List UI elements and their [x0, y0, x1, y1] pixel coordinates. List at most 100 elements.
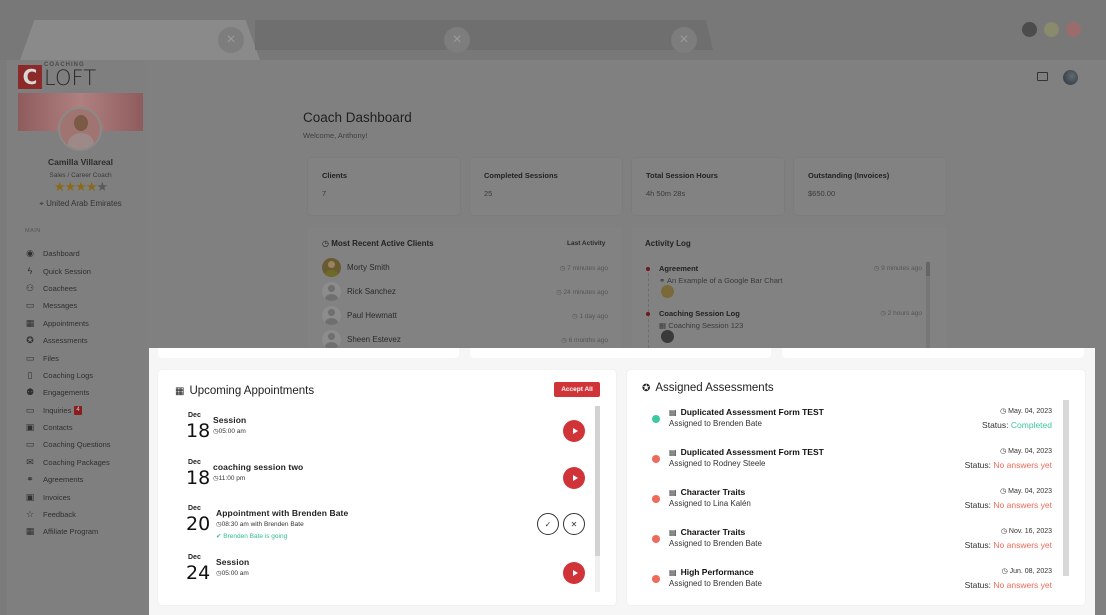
nav-section-label: MAIN: [25, 228, 41, 234]
assessment-item[interactable]: ▤ Duplicated Assessment Form TEST Assigne…: [650, 447, 1052, 487]
half-star-icon: ★: [96, 179, 108, 194]
status-dot: [652, 495, 660, 503]
tablet-icon: ▯: [27, 369, 33, 380]
activity-type: Coaching Session Log: [659, 309, 740, 318]
sidebar-item-appointments[interactable]: ▦ Appointments: [25, 315, 111, 332]
status-value: Completed: [1010, 420, 1052, 430]
appointment-item[interactable]: Dec 18 Session ◷05:00 am: [180, 412, 590, 456]
start-session-button[interactable]: [563, 420, 585, 442]
client-name: Morty Smith: [347, 263, 390, 272]
assessment-item[interactable]: ▤ High Performance Assigned to Brenden Ba…: [650, 567, 1052, 607]
sidebar-item-coaching-logs[interactable]: ▯ Coaching Logs: [25, 367, 111, 384]
tab-close-icon[interactable]: ×: [671, 27, 697, 53]
user-avatar[interactable]: [1063, 70, 1078, 85]
contacts-icon: ▣: [25, 422, 35, 433]
client-name: Sheen Estevez: [347, 335, 401, 344]
stat-card-clients[interactable]: Clients 7: [308, 158, 460, 215]
client-row[interactable]: Rick Sanchez ◷ 24 minutes ago: [322, 282, 608, 301]
tab-close-icon[interactable]: ×: [444, 27, 470, 53]
star-icon: ★★★★: [53, 179, 98, 194]
sidebar-item-dashboard[interactable]: ◉ Dashboard: [25, 245, 111, 262]
client-avatar: [322, 282, 341, 301]
appointment-item[interactable]: Dec 24 Session ◷05:00 am: [180, 554, 590, 598]
assessment-item[interactable]: ▤ Character Traits Assigned to Brenden Ba…: [650, 527, 1052, 567]
tab-close-icon[interactable]: ×: [218, 27, 244, 53]
window-minimize-button[interactable]: [1022, 22, 1037, 37]
stat-card-completed-sessions[interactable]: Completed Sessions 25: [470, 158, 622, 215]
document-icon: ▤: [669, 408, 677, 417]
start-session-button[interactable]: [563, 467, 585, 489]
brand-logo[interactable]: C COACHING LOFT: [18, 62, 96, 89]
accept-all-button[interactable]: Accept All: [554, 382, 600, 397]
sidebar-item-inquiries[interactable]: ▭ Inquiries 4: [25, 402, 111, 419]
client-avatar: [322, 306, 341, 325]
appointment-item[interactable]: Dec 18 coaching session two ◷11:00 pm: [180, 459, 590, 503]
inquiry-icon: ▭: [25, 404, 35, 415]
activity-item[interactable]: Agreement ⚭ An Example of a Google Bar C…: [646, 264, 922, 304]
sidebar-item-invoices[interactable]: ▣ Invoices: [25, 488, 111, 505]
assessment-title: ▤ High Performance: [669, 567, 754, 577]
accept-appointment-button[interactable]: ✓: [537, 513, 559, 535]
sidebar-item-coaching-packages[interactable]: ✉ Coaching Packages: [25, 454, 111, 471]
assessments-scrollbar-thumb[interactable]: [1063, 400, 1069, 576]
messages-icon[interactable]: [1037, 72, 1048, 81]
sidebar-item-agreements[interactable]: ⚭ Agreements: [25, 471, 111, 488]
profile-avatar[interactable]: [58, 107, 102, 151]
sidebar-item-coaching-questions[interactable]: ▭ Coaching Questions: [25, 436, 111, 453]
activity-avatar: [661, 330, 674, 343]
appointment-day: 20: [186, 513, 211, 535]
recent-clients-title-text: Most Recent Active Clients: [331, 239, 434, 248]
assessment-assignee: Assigned to Lina Kalén: [669, 499, 751, 508]
appointment-item[interactable]: Dec 20 Appointment with Brenden Bate ◷08…: [180, 505, 590, 549]
assessment-title: ▤ Duplicated Assessment Form TEST: [669, 447, 824, 457]
sidebar-item-label: Files: [43, 353, 59, 363]
location-text: United Arab Emirates: [46, 199, 122, 208]
assessment-item[interactable]: ▤ Character Traits Assigned to Lina Kalén…: [650, 487, 1052, 527]
sidebar-item-label: Feedback: [43, 510, 76, 520]
status-value: No answers yet: [993, 540, 1052, 550]
card-bottom-edge: [782, 348, 1084, 358]
client-last-activity: ◷ 6 months ago: [561, 336, 608, 344]
calendar-icon: ▦: [659, 321, 667, 330]
location-pin-icon: ⌖: [39, 199, 44, 208]
appointment-month: Dec: [188, 505, 201, 512]
activity-log-title: Activity Log: [645, 239, 691, 248]
assessment-title-text: Character Traits: [680, 487, 746, 497]
appointment-time: ◷05:00 am: [216, 570, 249, 577]
stat-card-outstanding-invoices[interactable]: Outstanding (Invoices) $650.00: [794, 158, 946, 215]
sidebar-item-feedback[interactable]: ☆ Feedback: [25, 506, 111, 523]
sidebar-item-label: Appointments: [43, 318, 89, 328]
timeline-dot: [646, 312, 650, 316]
start-session-button[interactable]: [563, 562, 585, 584]
sidebar-item-label: Coaching Questions: [43, 440, 111, 450]
activity-item[interactable]: Coaching Session Log ▦ Coaching Session …: [646, 309, 922, 349]
window-close-button[interactable]: [1066, 22, 1081, 37]
assessment-date: ◷ May. 04, 2023: [1000, 448, 1052, 455]
package-icon: ✉: [26, 456, 34, 467]
client-row[interactable]: Morty Smith ◷ 7 minutes ago: [322, 258, 608, 277]
assessment-title-text: Character Traits: [680, 527, 746, 537]
sidebar-item-label: Quick Session: [43, 266, 91, 276]
sidebar-item-quick-session[interactable]: ϟ Quick Session: [25, 262, 111, 279]
window-maximize-button[interactable]: [1044, 22, 1059, 37]
decline-appointment-button[interactable]: ✕: [563, 513, 585, 535]
assigned-assessments-title-text: Assigned Assessments: [655, 382, 774, 394]
sidebar-item-label: Coaching Logs: [43, 370, 94, 380]
sidebar-item-messages[interactable]: ▭ Messages: [25, 297, 111, 314]
sidebar-item-contacts[interactable]: ▣ Contacts: [25, 419, 111, 436]
sidebar-item-assessments[interactable]: ✪ Assessments: [25, 332, 111, 349]
sidebar-item-affiliate-program[interactable]: ▦ Affiliate Program: [25, 523, 111, 540]
client-row[interactable]: Sheen Estevez ◷ 6 months ago: [322, 330, 608, 349]
star-outline-icon: ☆: [25, 509, 35, 520]
assessment-date: ◷ May. 04, 2023: [1000, 408, 1052, 415]
sidebar-item-files[interactable]: ▭ Files: [25, 349, 111, 366]
activity-scrollbar-thumb[interactable]: [926, 262, 930, 276]
stat-card-session-hours[interactable]: Total Session Hours 4h 50m 28s: [632, 158, 784, 215]
client-row[interactable]: Paul Hewmatt ◷ 1 day ago: [322, 306, 608, 325]
assessment-item[interactable]: ▤ Duplicated Assessment Form TEST Assigne…: [650, 407, 1052, 447]
invoice-icon: ▣: [25, 491, 35, 502]
sidebar-item-coachees[interactable]: ⚇ Coachees: [25, 280, 111, 297]
sidebar-item-engagements[interactable]: ⚉ Engagements: [25, 384, 111, 401]
lightning-icon: ϟ: [27, 266, 33, 277]
appointments-scrollbar-thumb[interactable]: [595, 406, 600, 556]
